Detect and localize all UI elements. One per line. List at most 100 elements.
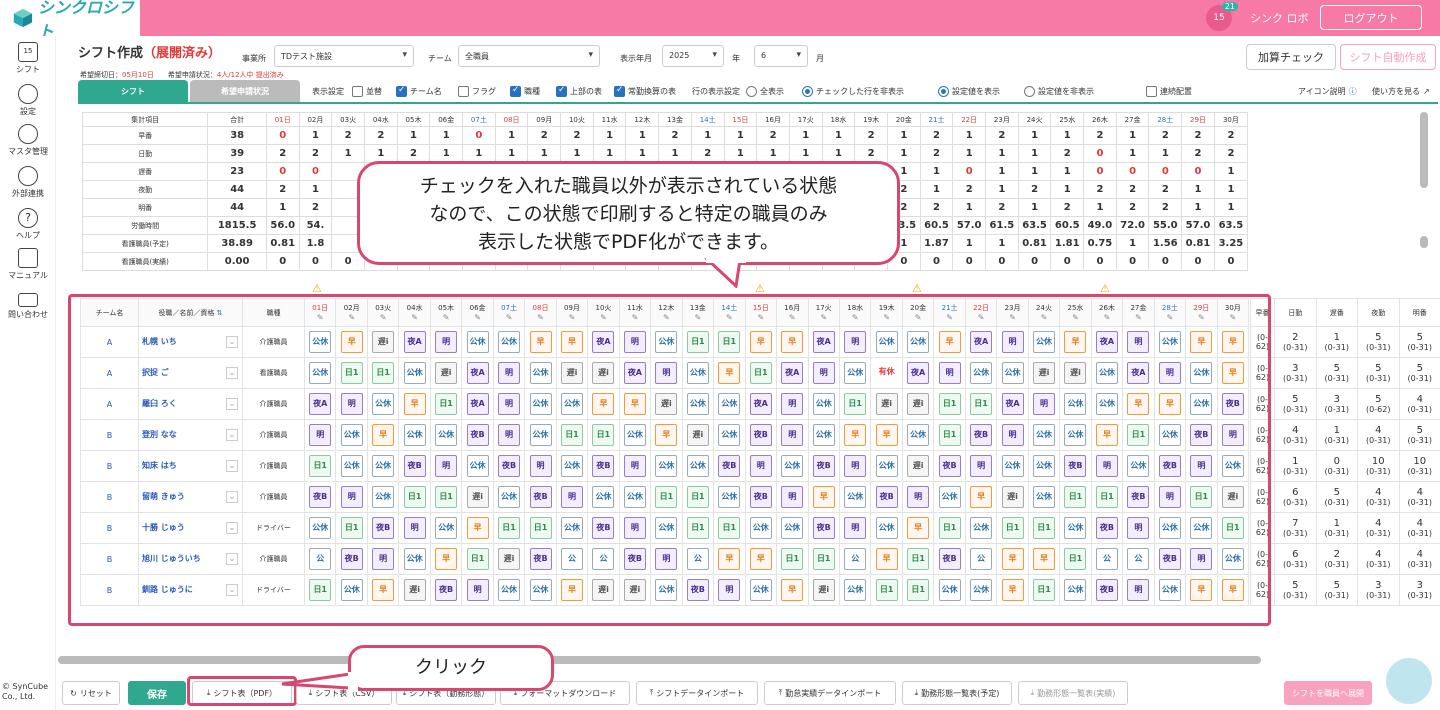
shift-cell[interactable]: 日1: [429, 481, 463, 513]
shift-cell[interactable]: 公休: [964, 512, 998, 544]
option-consecutive[interactable]: 連続配置: [1146, 86, 1192, 97]
pencil-icon[interactable]: ✎: [1187, 313, 1216, 322]
shift-cell[interactable]: 公休: [335, 574, 368, 606]
shift-cell[interactable]: 早: [1027, 543, 1061, 575]
shift-cell[interactable]: 公: [587, 543, 620, 575]
shift-cell[interactable]: 早: [618, 388, 652, 420]
shift-cell[interactable]: 明: [618, 512, 652, 544]
shift-cell[interactable]: 夜A: [461, 388, 494, 420]
tab-request-status[interactable]: 希望申請状況: [190, 80, 300, 102]
pencil-icon[interactable]: ✎: [746, 313, 775, 322]
shift-cell[interactable]: 明: [1027, 388, 1061, 420]
shift-cell[interactable]: 遅i: [681, 419, 715, 451]
shift-cell[interactable]: 日1: [461, 543, 494, 575]
team-select[interactable]: 全職員: [458, 45, 600, 67]
shift-cell[interactable]: 遅i: [901, 450, 935, 482]
shift-cell[interactable]: 日1: [366, 357, 400, 389]
shift-cell[interactable]: 公休: [492, 481, 526, 513]
pencil-icon[interactable]: ✎: [368, 313, 397, 322]
shift-cell[interactable]: 夜B: [1216, 388, 1250, 420]
sidebar-item-contact[interactable]: 問い合わせ: [0, 290, 56, 320]
shift-cell[interactable]: 夜B: [964, 419, 998, 451]
shift-cell[interactable]: 夜B: [366, 512, 400, 544]
shift-cell[interactable]: 日1: [303, 450, 337, 482]
shift-cell[interactable]: 公休: [713, 481, 746, 513]
checkbox-icon[interactable]: [458, 86, 469, 97]
shift-cell[interactable]: 早: [713, 543, 746, 575]
shift-cell[interactable]: 公休: [366, 388, 400, 420]
sort-icon[interactable]: ⇅: [217, 309, 223, 317]
shift-cell[interactable]: 公: [555, 543, 589, 575]
shift-cell[interactable]: 日1: [429, 388, 463, 420]
radio-icon[interactable]: [746, 86, 757, 97]
shift-cell[interactable]: 早: [650, 419, 683, 451]
shift-cell[interactable]: 日1: [1027, 512, 1061, 544]
shift-cell[interactable]: 夜A: [1122, 357, 1155, 389]
shift-cell[interactable]: 公休: [776, 512, 809, 544]
shift-cell[interactable]: 日1: [901, 574, 935, 606]
shift-cell[interactable]: 日1: [335, 357, 368, 389]
shift-cell[interactable]: 公: [964, 543, 998, 575]
shift-cell[interactable]: 早: [744, 543, 778, 575]
shift-cell[interactable]: 夜B: [1090, 512, 1124, 544]
shift-cell[interactable]: 夜B: [681, 574, 715, 606]
shift-cell[interactable]: 夜B: [933, 543, 966, 575]
shift-cell[interactable]: 日1: [1027, 574, 1061, 606]
pencil-icon[interactable]: ✎: [1155, 313, 1184, 322]
shift-cell[interactable]: 夜B: [303, 481, 337, 513]
checkbox-checked-icon[interactable]: [510, 85, 521, 97]
shift-cell[interactable]: 公休: [555, 512, 589, 544]
shift-cell[interactable]: 夜A: [1090, 326, 1124, 358]
shift-cell[interactable]: 公休: [524, 388, 557, 420]
shift-cell[interactable]: 明: [807, 357, 840, 389]
shift-cell[interactable]: 公休: [838, 574, 872, 606]
staff-name[interactable]: 旭川 じゅういち ⌄: [138, 543, 243, 575]
shift-cell[interactable]: 明: [335, 481, 368, 513]
shift-cell[interactable]: 夜B: [492, 450, 526, 482]
year-select[interactable]: 2025: [662, 45, 724, 67]
shift-cell[interactable]: 早: [1090, 419, 1124, 451]
shift-cell[interactable]: 公休: [681, 450, 715, 482]
shift-cell[interactable]: 日1: [713, 512, 746, 544]
shift-cell[interactable]: 早: [1216, 574, 1250, 606]
chevron-down-icon[interactable]: ⌄: [226, 491, 238, 503]
pencil-icon[interactable]: ✎: [715, 313, 744, 322]
shift-cell[interactable]: 夜B: [429, 574, 463, 606]
shift-cell[interactable]: 明: [1122, 326, 1155, 358]
tab-shift[interactable]: シフト: [78, 80, 188, 102]
shift-cell[interactable]: 明: [555, 481, 589, 513]
shift-cell[interactable]: 明: [838, 512, 872, 544]
staff-name[interactable]: 釧路 じゅうに ⌄: [138, 574, 243, 606]
shift-cell[interactable]: 日1: [933, 512, 966, 544]
pencil-icon[interactable]: ✎: [431, 313, 460, 322]
shift-cell[interactable]: 公休: [933, 481, 966, 513]
chevron-down-icon[interactable]: ⌄: [226, 398, 238, 410]
shift-cell[interactable]: 公休: [429, 512, 463, 544]
staff-name[interactable]: 留萌 きゅう ⌄: [138, 481, 243, 513]
shift-cell[interactable]: 日1: [650, 481, 683, 513]
shift-cell[interactable]: 明: [838, 326, 872, 358]
shift-cell[interactable]: 公休: [838, 357, 872, 389]
staff-name[interactable]: 知床 はち ⌄: [138, 450, 243, 482]
shift-cell[interactable]: 明: [744, 450, 778, 482]
shift-cell[interactable]: 公休: [461, 450, 494, 482]
checkbox-checked-icon[interactable]: [556, 85, 567, 97]
shift-cell[interactable]: 公休: [335, 450, 368, 482]
pencil-icon[interactable]: ✎: [1218, 313, 1247, 322]
shift-cell[interactable]: 明: [650, 357, 683, 389]
sidebar-item-settings[interactable]: 設定: [0, 84, 56, 117]
shift-import-button[interactable]: ⤒ シフトデータインポート: [636, 681, 758, 705]
shift-cell[interactable]: 遅i: [901, 388, 935, 420]
shift-cell[interactable]: 早: [1153, 388, 1187, 420]
shift-cell[interactable]: 日1: [1059, 543, 1092, 575]
shift-cell[interactable]: 公: [303, 543, 337, 575]
shift-cell[interactable]: 明: [964, 450, 998, 482]
shift-cell[interactable]: 公休: [429, 419, 463, 451]
pencil-icon[interactable]: ✎: [526, 313, 555, 322]
staff-name[interactable]: 札幌 いち ⌄: [138, 326, 243, 358]
shift-cell[interactable]: 公休: [303, 326, 337, 358]
shift-cell[interactable]: 日1: [587, 419, 620, 451]
shift-cell[interactable]: 明: [429, 450, 463, 482]
logo[interactable]: シンクロシフト: [0, 0, 140, 41]
attendance-import-button[interactable]: ⤒ 勤怠実績データインポート: [764, 681, 896, 705]
